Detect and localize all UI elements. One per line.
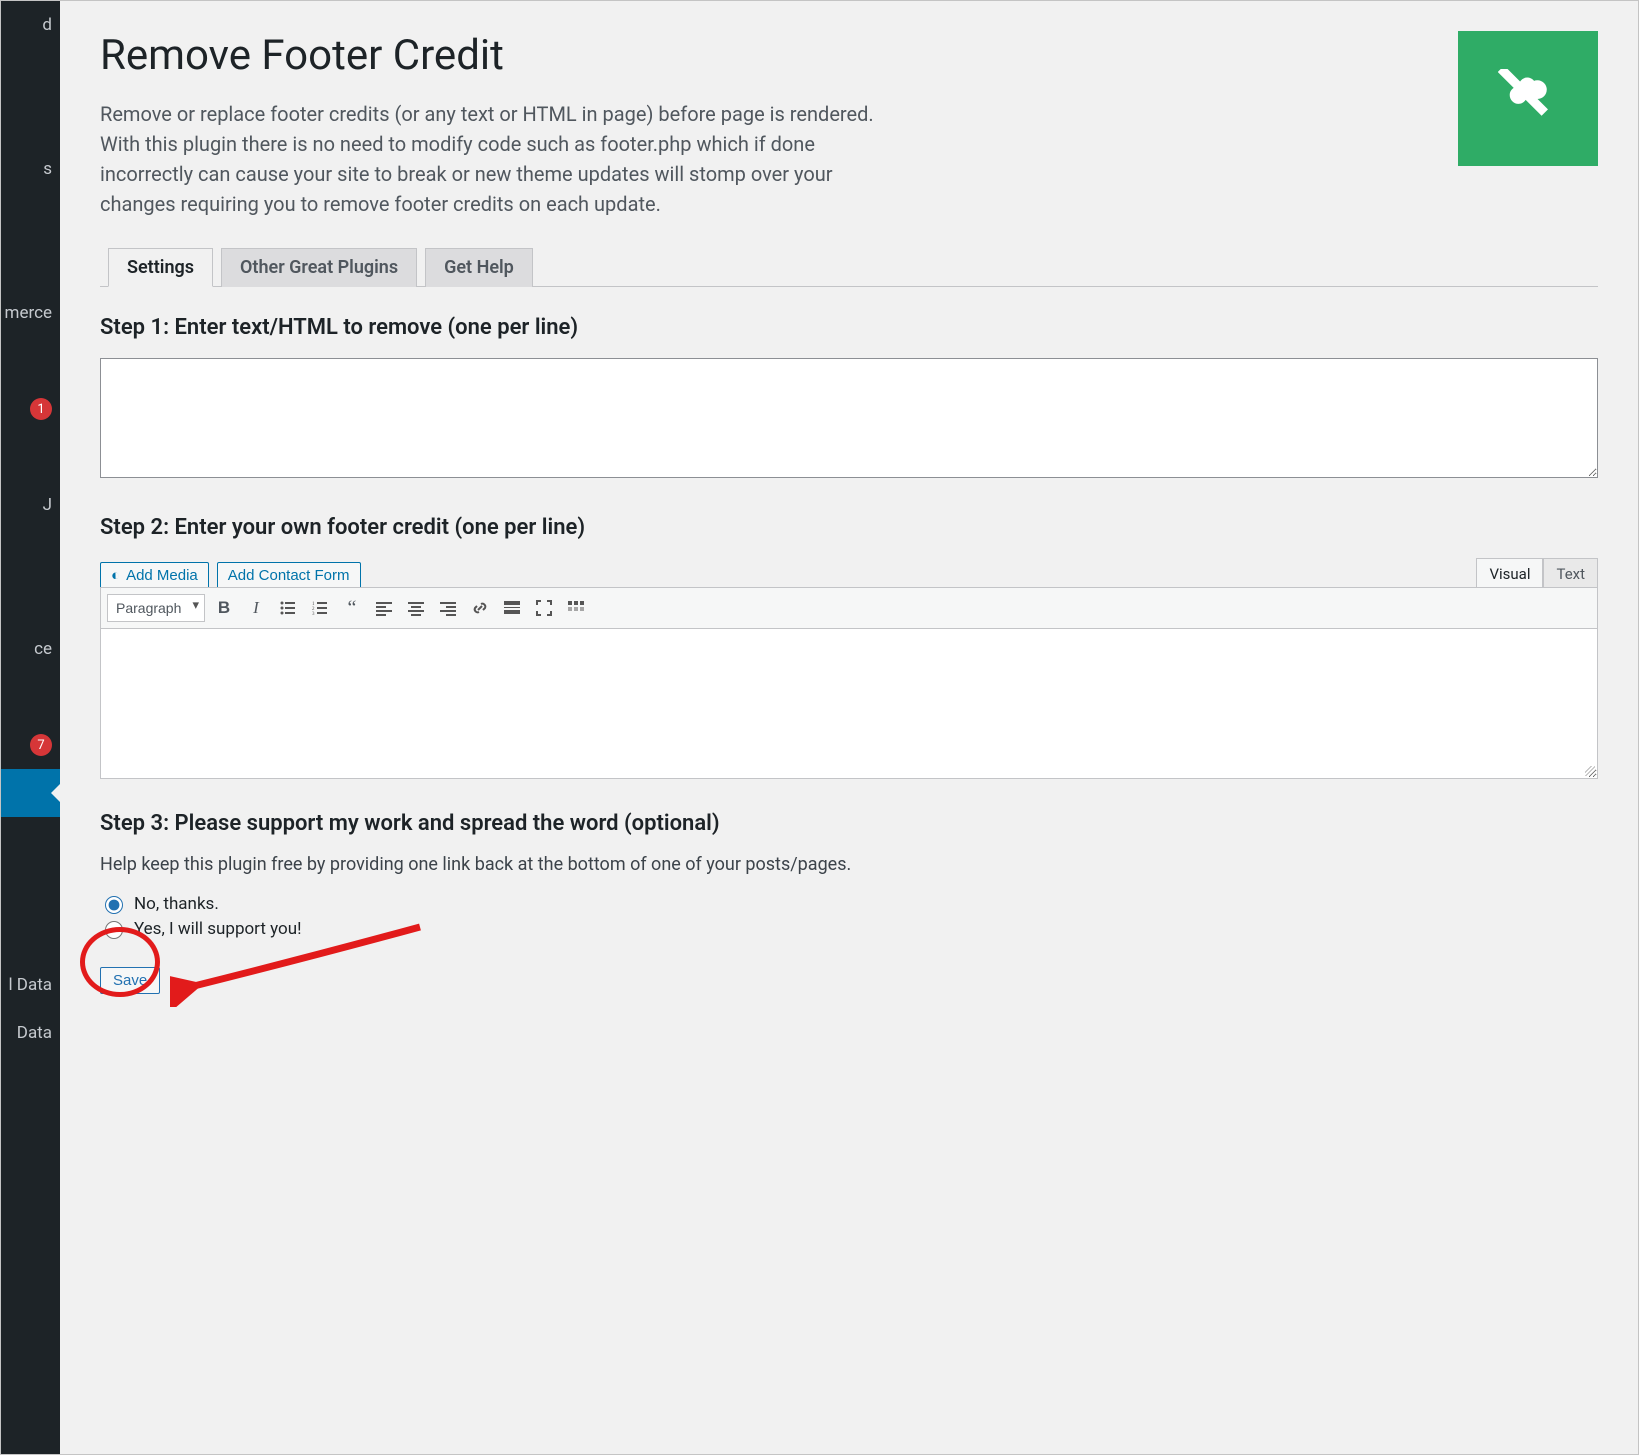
sidebar-item-3[interactable]: s: [1, 145, 60, 193]
editor-tab-visual[interactable]: Visual: [1476, 558, 1543, 589]
sidebar-badge: 1: [30, 398, 52, 420]
sidebar-item-5[interactable]: [1, 241, 60, 289]
sidebar-item-label: merce: [5, 303, 52, 323]
page-title: Remove Footer Credit: [100, 31, 1418, 81]
svg-text:3: 3: [312, 612, 315, 616]
blockquote-icon[interactable]: “: [339, 595, 365, 621]
sidebar-badge: 7: [30, 734, 52, 756]
sidebar-item-20[interactable]: l Data: [1, 961, 60, 1009]
sidebar-item-label: ce: [34, 639, 52, 659]
media-icon: ◐: [111, 567, 120, 584]
footer-credit-editor[interactable]: [100, 629, 1598, 779]
sidebar-item-12[interactable]: [1, 577, 60, 625]
rich-editor: Paragraph B I 123 “: [100, 587, 1598, 779]
fullscreen-icon[interactable]: [531, 595, 557, 621]
page-description: Remove or replace footer credits (or any…: [100, 99, 900, 219]
sidebar-item-7[interactable]: [1, 337, 60, 385]
read-more-icon[interactable]: [499, 595, 525, 621]
align-right-icon[interactable]: [435, 595, 461, 621]
sidebar-item-10[interactable]: J: [1, 481, 60, 529]
support-option-no[interactable]: No, thanks.: [100, 893, 1598, 914]
sidebar-item-2[interactable]: [1, 97, 60, 145]
sidebar-item-label: J: [43, 495, 52, 515]
step2-heading: Step 2: Enter your own footer credit (on…: [100, 515, 1598, 540]
numbered-list-icon[interactable]: 123: [307, 595, 333, 621]
admin-sidebar: d s merce 1 Jce 7 l Data Data: [1, 1, 60, 1454]
sidebar-item-label: Data: [17, 1023, 52, 1043]
editor-tab-text[interactable]: Text: [1543, 558, 1598, 589]
toolbar-toggle-icon[interactable]: [563, 595, 589, 621]
italic-icon[interactable]: I: [243, 595, 269, 621]
sidebar-item-label: l Data: [8, 975, 52, 995]
step1-heading: Step 1: Enter text/HTML to remove (one p…: [100, 315, 1598, 340]
support-radio-yes[interactable]: [105, 921, 123, 939]
sidebar-item-8[interactable]: 1: [1, 385, 60, 433]
step3-help-text: Help keep this plugin free by providing …: [100, 854, 1598, 875]
sidebar-item-label: d: [42, 15, 52, 35]
sidebar-item-11[interactable]: [1, 529, 60, 577]
sidebar-item-18[interactable]: [1, 865, 60, 913]
add-contact-label: Add Contact Form: [228, 567, 350, 584]
sidebar-item-14[interactable]: [1, 673, 60, 721]
tab-other-great-plugins[interactable]: Other Great Plugins: [221, 248, 417, 287]
align-left-icon[interactable]: [371, 595, 397, 621]
add-contact-form-button[interactable]: Add Contact Form: [217, 562, 361, 589]
main-content: Remove Footer Credit Remove or replace f…: [60, 1, 1638, 1454]
sidebar-item-label: s: [43, 159, 52, 179]
save-button[interactable]: Save: [100, 967, 160, 994]
bold-icon[interactable]: B: [211, 595, 237, 621]
support-label-no: No, thanks.: [134, 894, 219, 914]
ribbon-icon: [1498, 69, 1558, 129]
tab-get-help[interactable]: Get Help: [425, 248, 533, 287]
sidebar-item-15[interactable]: 7: [1, 721, 60, 769]
add-media-label: Add Media: [126, 567, 198, 584]
sidebar-item-6[interactable]: merce: [1, 289, 60, 337]
tab-settings[interactable]: Settings: [108, 248, 213, 287]
align-center-icon[interactable]: [403, 595, 429, 621]
sidebar-item-19[interactable]: [1, 913, 60, 961]
sidebar-item-16[interactable]: [1, 769, 60, 817]
link-icon[interactable]: [467, 595, 493, 621]
sidebar-item-9[interactable]: [1, 433, 60, 481]
support-label-yes: Yes, I will support you!: [134, 919, 302, 939]
sidebar-item-13[interactable]: ce: [1, 625, 60, 673]
settings-tabs: SettingsOther Great PluginsGet Help: [100, 247, 1598, 287]
bullet-list-icon[interactable]: [275, 595, 301, 621]
sidebar-item-1[interactable]: [1, 49, 60, 97]
support-radio-no[interactable]: [105, 896, 123, 914]
add-media-button[interactable]: ◐ Add Media: [100, 562, 209, 589]
sidebar-item-21[interactable]: Data: [1, 1009, 60, 1057]
sidebar-item-4[interactable]: [1, 193, 60, 241]
sidebar-item-0[interactable]: d: [1, 1, 60, 49]
step3-heading: Step 3: Please support my work and sprea…: [100, 811, 1598, 836]
sidebar-item-17[interactable]: [1, 817, 60, 865]
format-select[interactable]: Paragraph: [107, 594, 205, 622]
plugin-logo: [1458, 31, 1598, 166]
editor-toolbar: Paragraph B I 123 “: [100, 587, 1598, 629]
support-option-yes[interactable]: Yes, I will support you!: [100, 918, 1598, 939]
remove-text-input[interactable]: [100, 358, 1598, 478]
